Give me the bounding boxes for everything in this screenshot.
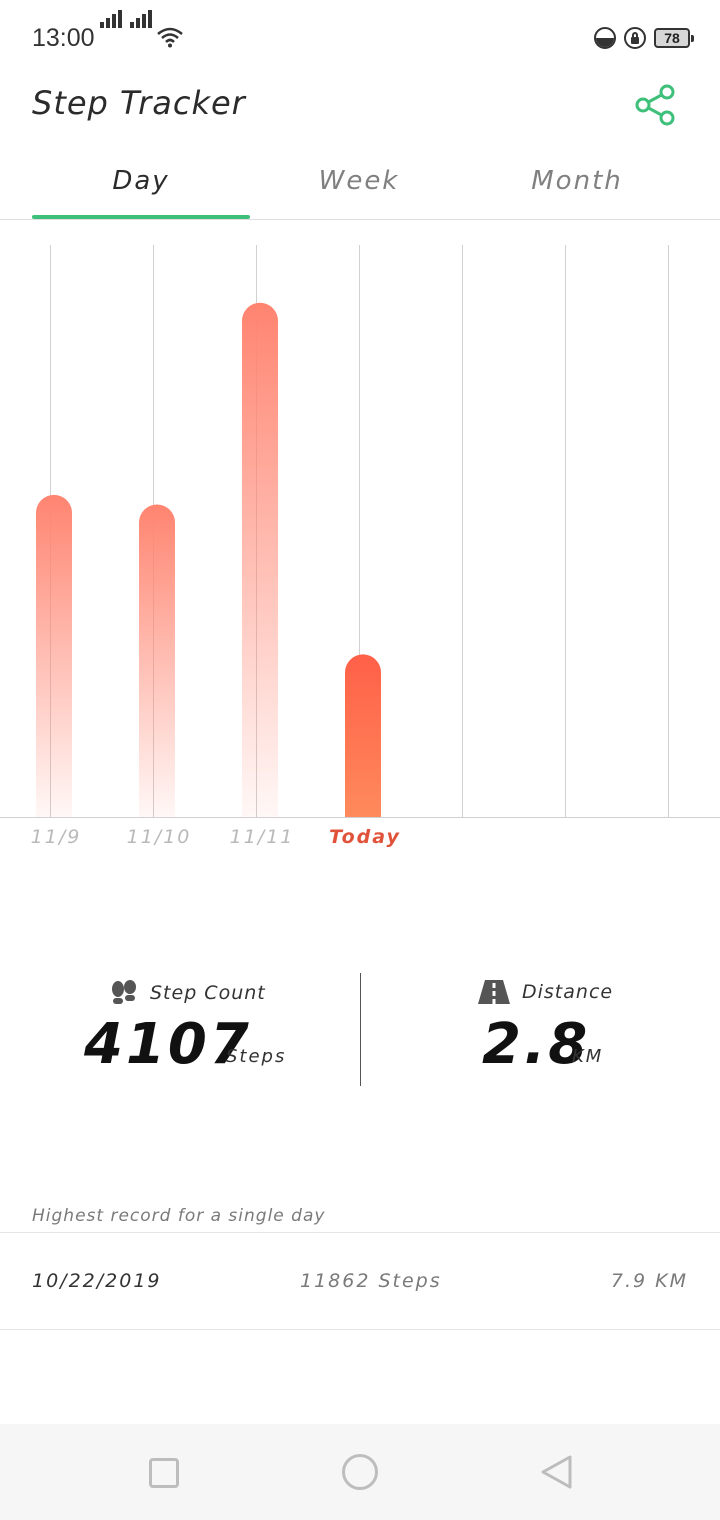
tab-month[interactable]: Month: [468, 166, 686, 196]
step-count-unit: Steps: [226, 1046, 287, 1067]
data-saver-icon: [594, 27, 616, 49]
tab-week[interactable]: Week: [250, 166, 468, 196]
record-steps: 11862 Steps: [300, 1270, 442, 1292]
record-title: Highest record for a single day: [32, 1206, 326, 1226]
status-icons: 78: [594, 26, 694, 50]
distance-label: Distance: [522, 981, 614, 1003]
status-bar: 13:00 78: [0, 0, 720, 76]
tab-bar: Day Week Month: [0, 150, 720, 220]
status-time: 13:00: [32, 24, 95, 52]
tab-indicator: [32, 215, 250, 219]
rotation-lock-icon: [624, 27, 646, 49]
tab-day[interactable]: Day: [32, 166, 250, 196]
chart-svg: [0, 245, 720, 818]
stats-divider: [360, 973, 361, 1086]
share-icon[interactable]: [630, 80, 682, 132]
road-icon: [478, 980, 510, 1004]
step-count-label: Step Count: [150, 982, 266, 1004]
battery-icon: 78: [654, 28, 694, 48]
step-count-value: 4107: [84, 1012, 252, 1077]
page-title: Step Tracker: [32, 84, 246, 122]
stats-panel: Step Count 4107 Steps Distance 2.8 KM: [0, 970, 720, 1088]
home-button[interactable]: [342, 1454, 378, 1490]
chart-bar-11-11[interactable]: [242, 302, 278, 817]
distance-unit: KM: [572, 1046, 604, 1067]
chart-bar-today[interactable]: [345, 654, 381, 817]
chart-tick-label: 11/9: [30, 826, 82, 848]
back-button[interactable]: [540, 1454, 574, 1490]
record-distance: 7.9 KM: [610, 1270, 688, 1292]
record-date: 10/22/2019: [32, 1270, 162, 1292]
recents-button[interactable]: [149, 1458, 179, 1488]
wifi-icon: [157, 27, 183, 48]
system-nav-bar: [0, 1424, 720, 1520]
distance-value: 2.8: [482, 1012, 591, 1077]
footprints-icon: [112, 980, 136, 1004]
chart-tick-label: Today: [329, 826, 401, 848]
chart-bar-11-9[interactable]: [36, 494, 72, 817]
record-row[interactable]: 10/22/2019 11862 Steps 7.9 KM: [0, 1232, 720, 1330]
chart-bar-11-10[interactable]: [139, 504, 175, 817]
chart-tick-label: 11/10: [126, 826, 192, 848]
steps-chart: 11/9 11/10 11/11 Today: [0, 220, 720, 860]
chart-tick-label: 11/11: [229, 826, 295, 848]
